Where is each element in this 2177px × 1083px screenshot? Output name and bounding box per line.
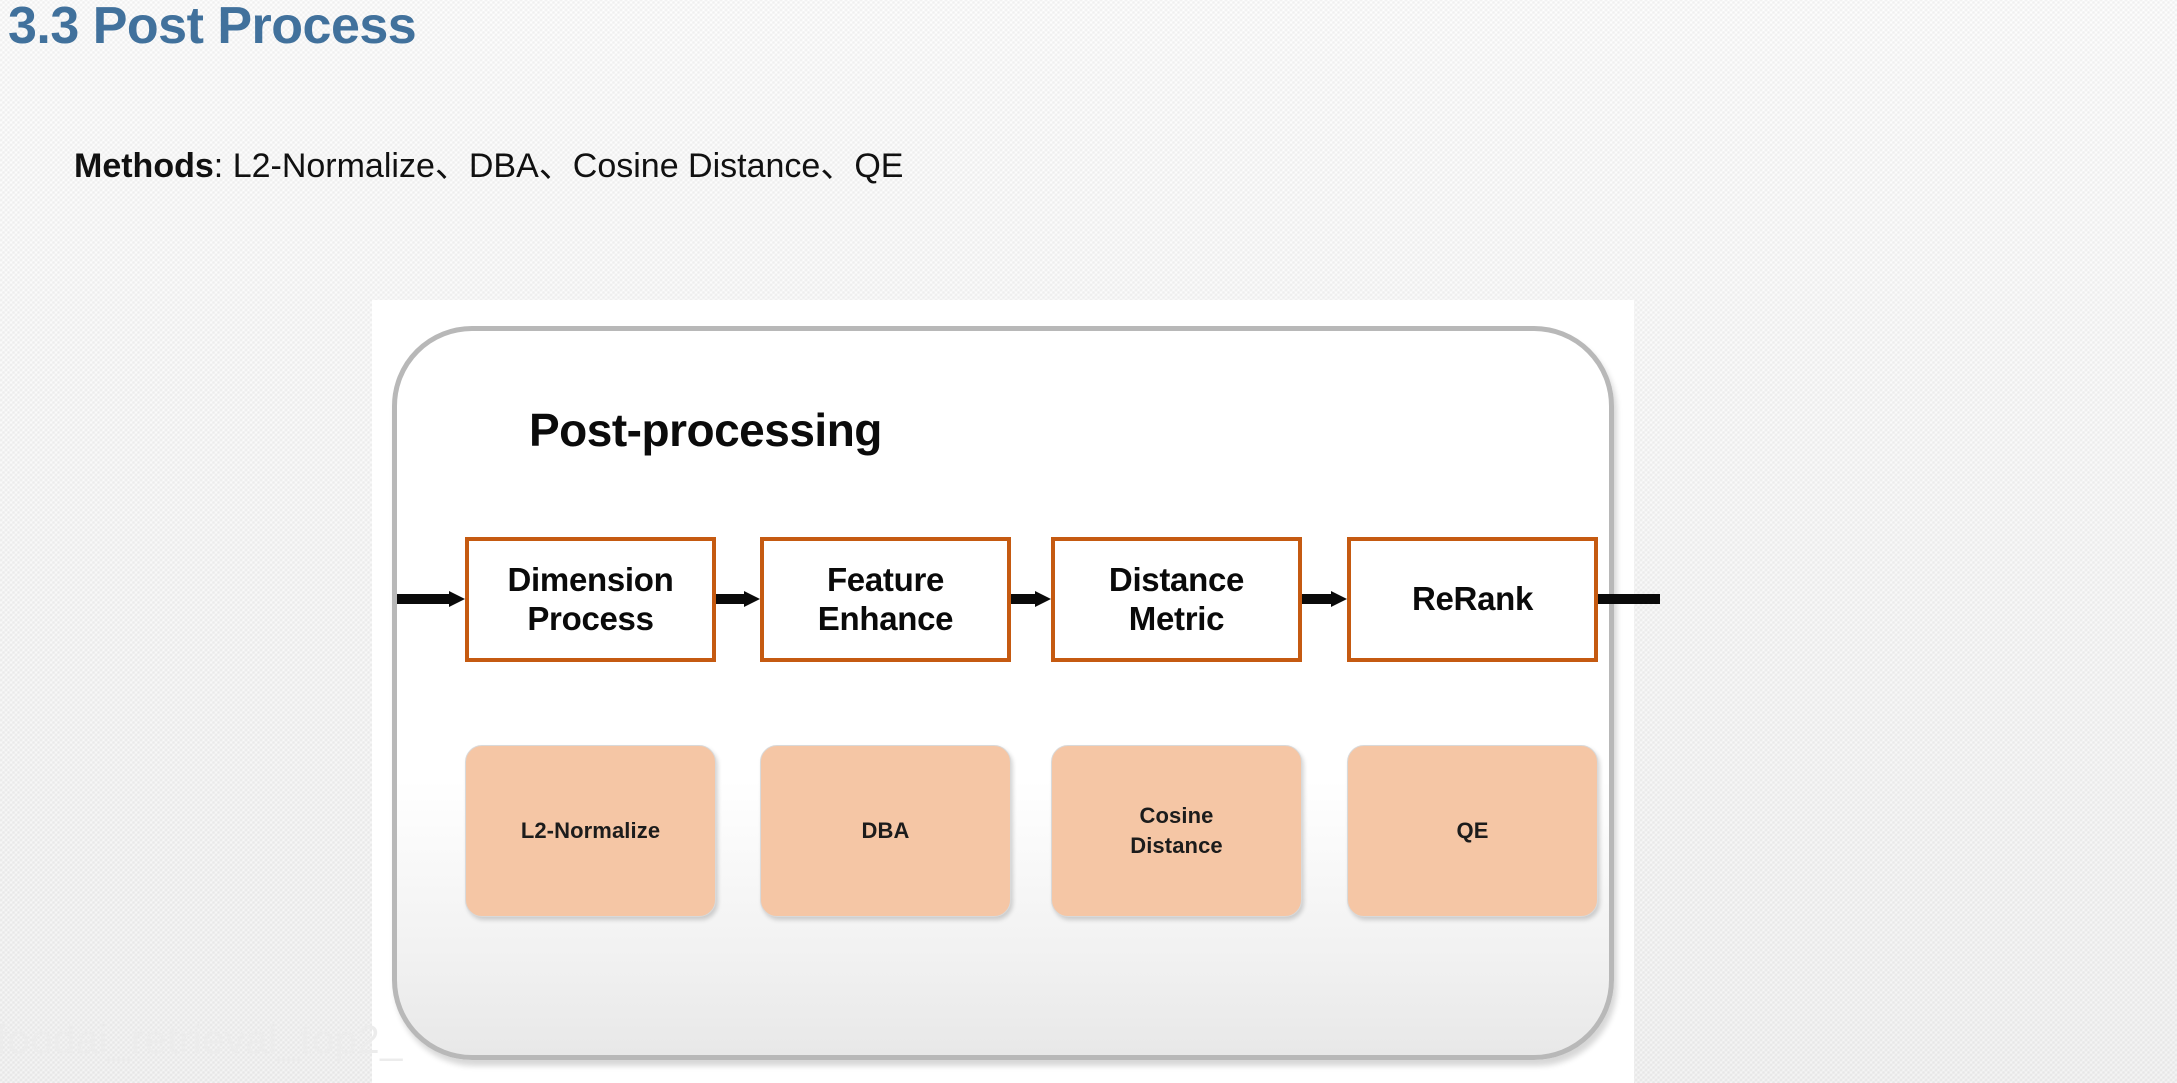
method-box-cosine-distance[interactable]: Cosine Distance xyxy=(1051,745,1302,917)
arrow-stage1-to-stage2-icon xyxy=(716,591,760,607)
method-label-line1: QE xyxy=(1456,817,1489,843)
stage-label: Dimension Process xyxy=(508,561,674,639)
stage-label: Distance Metric xyxy=(1109,561,1244,639)
method-box-qe[interactable]: QE xyxy=(1347,745,1598,917)
stage-label: Feature Enhance xyxy=(817,560,954,639)
methods-label: Methods xyxy=(74,147,214,185)
diagram-heading: Post-processing xyxy=(529,404,882,456)
methods-separator: : xyxy=(213,147,233,185)
method-label-line1: L2-Normalize xyxy=(520,817,661,843)
method-label: QE xyxy=(1457,816,1489,846)
method-row: L2-Normalize DBA Cosine Distance QE xyxy=(397,745,1619,917)
stage-box-dimension-process[interactable]: Dimension Process xyxy=(465,537,716,662)
stage-label-line2: Process xyxy=(527,599,654,637)
stage-label-line1: Dimension xyxy=(507,560,674,598)
method-label-line2: Distance xyxy=(1130,833,1223,858)
stage-label-line1: Distance xyxy=(1108,560,1245,598)
stage-row: Dimension Process Feature Enhance Distan… xyxy=(397,537,1660,662)
slide-canvas: 3.3 Post Process Methods: L2-Normalize、D… xyxy=(0,0,2177,1083)
method-box-dba[interactable]: DBA xyxy=(760,745,1011,917)
method-label: L2-Normalize xyxy=(521,816,660,846)
stage-label-line1: ReRank xyxy=(1411,580,1534,618)
arrow-input-icon xyxy=(397,591,465,607)
stage-label: ReRank xyxy=(1412,580,1533,619)
methods-value: L2-Normalize、DBA、Cosine Distance、QE xyxy=(232,147,904,185)
diagram-panel: Post-processing Dimension Process Featur… xyxy=(392,326,1660,1060)
stage-label-line2: Metric xyxy=(1128,599,1225,637)
stage-label-line2: Enhance xyxy=(817,599,954,637)
method-label: DBA xyxy=(862,816,910,846)
method-box-l2-normalize[interactable]: L2-Normalize xyxy=(465,745,716,917)
methods-line: Methods: L2-Normalize、DBA、Cosine Distanc… xyxy=(74,147,904,185)
method-label: Cosine Distance xyxy=(1130,801,1223,862)
watermark-text: foodai_retrieval_top2_ xyxy=(0,1018,403,1062)
stage-box-distance-metric[interactable]: Distance Metric xyxy=(1051,537,1302,662)
figure-image: Post-processing Dimension Process Featur… xyxy=(372,300,1660,1083)
stage-label-line1: Feature xyxy=(826,560,945,598)
method-label-line1: Cosine xyxy=(1139,802,1214,828)
stage-box-rerank[interactable]: ReRank xyxy=(1347,537,1598,662)
arrow-output-icon xyxy=(1598,591,1660,607)
arrow-stage3-to-stage4-icon xyxy=(1302,591,1347,607)
arrow-stage2-to-stage3-icon xyxy=(1011,591,1051,607)
method-label-line1: DBA xyxy=(861,817,910,843)
stage-box-feature-enhance[interactable]: Feature Enhance xyxy=(760,537,1011,662)
page-title: 3.3 Post Process xyxy=(8,0,417,55)
